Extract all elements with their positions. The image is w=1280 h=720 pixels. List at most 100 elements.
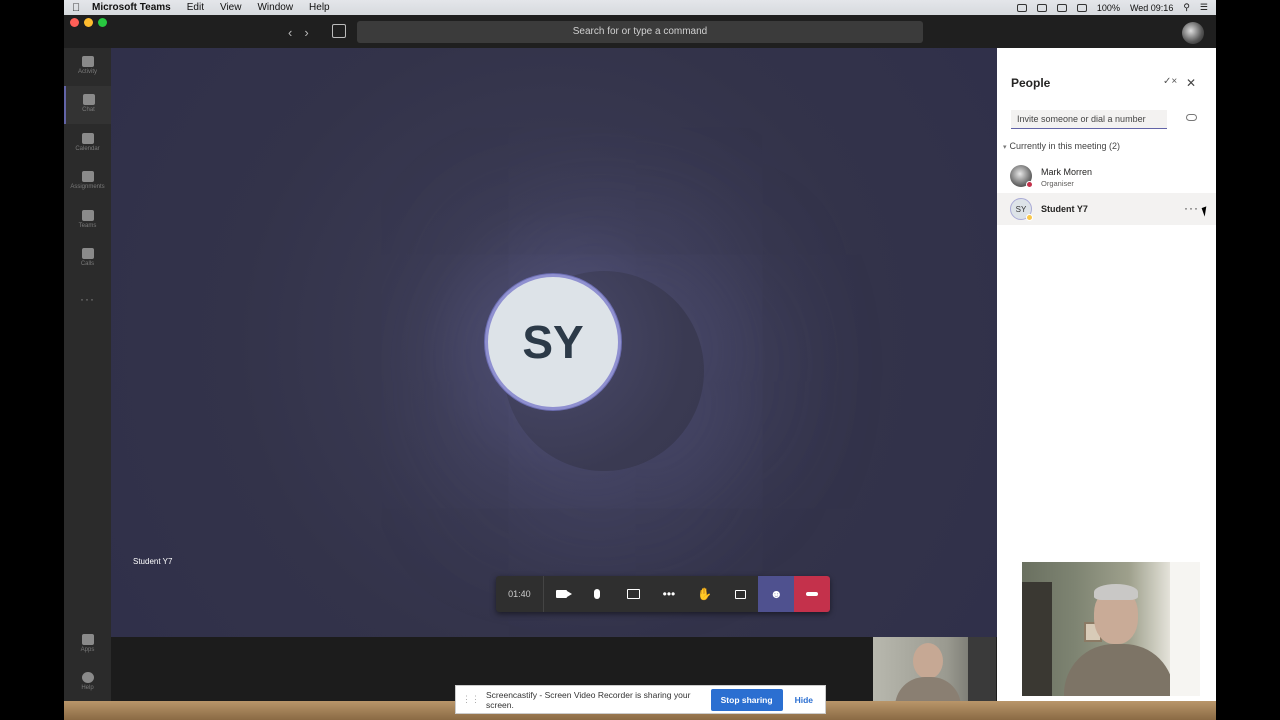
- more-actions-button[interactable]: •••: [651, 576, 687, 612]
- menu-app-name[interactable]: Microsoft Teams: [92, 2, 171, 13]
- status-area: 100% Wed 09:16 ⚲ ☰: [1016, 2, 1208, 13]
- chat-bubble-icon: [735, 589, 747, 599]
- mic-toggle-button[interactable]: [580, 576, 616, 612]
- call-timer: 01:40: [496, 576, 544, 612]
- participant-row[interactable]: Mark Morren Organiser: [997, 160, 1216, 192]
- forward-arrow-icon[interactable]: ›: [304, 25, 308, 40]
- video-background: [1170, 562, 1200, 696]
- camera-status-icon[interactable]: [1016, 3, 1027, 12]
- hide-button[interactable]: Hide: [789, 695, 819, 705]
- mute-all-icon[interactable]: ✓×: [1163, 76, 1177, 87]
- meeting-stage: SY Student Y7: [111, 48, 997, 637]
- share-link-icon[interactable]: [1186, 114, 1197, 121]
- rail-item-apps[interactable]: Apps: [64, 626, 111, 664]
- rail-label: Calendar: [75, 146, 100, 152]
- close-icon[interactable]: ✕: [1186, 76, 1196, 90]
- help-icon: [81, 672, 94, 683]
- show-conversation-button[interactable]: [723, 576, 759, 612]
- menu-edit[interactable]: Edit: [187, 2, 204, 13]
- rail-label: Teams: [78, 223, 97, 229]
- app-bar: Activity Chat Calendar Assignments Teams…: [64, 48, 111, 720]
- rail-label: Calls: [80, 261, 95, 267]
- mac-menubar:  Microsoft Teams Edit View Window Help …: [64, 0, 1216, 15]
- self-video-controls: [968, 637, 996, 701]
- menu-window[interactable]: Window: [257, 2, 293, 13]
- share-screen-icon: [626, 589, 640, 599]
- camera-icon: [556, 590, 573, 598]
- rail-item-teams[interactable]: Teams: [64, 202, 111, 240]
- camera-toggle-button[interactable]: [544, 576, 580, 612]
- wifi-icon[interactable]: [1056, 3, 1067, 12]
- rail-item-activity[interactable]: Activity: [64, 48, 111, 86]
- compose-icon[interactable]: [332, 24, 346, 38]
- assignments-icon: [81, 171, 94, 182]
- share-button[interactable]: [615, 576, 651, 612]
- self-video-preview[interactable]: [873, 637, 996, 701]
- participant-name-label: Student Y7: [133, 557, 173, 566]
- screen:  Microsoft Teams Edit View Window Help …: [64, 0, 1216, 720]
- presence-status-icon: [1026, 181, 1033, 188]
- presenter-video: [1022, 562, 1200, 696]
- window-controls: [70, 18, 107, 27]
- video-person-hair: [1094, 584, 1138, 600]
- video-background: [1022, 582, 1052, 696]
- zoom-window-button[interactable]: [98, 18, 107, 27]
- participant-avatar: SY: [485, 274, 621, 410]
- close-window-button[interactable]: [70, 18, 79, 27]
- hang-up-button[interactable]: [794, 576, 830, 612]
- rail-item-help[interactable]: Help: [64, 664, 111, 702]
- rail-item-assignments[interactable]: Assignments: [64, 163, 111, 201]
- battery-percent[interactable]: 100%: [1097, 3, 1120, 13]
- menu-view[interactable]: View: [220, 2, 242, 13]
- minimize-window-button[interactable]: [84, 18, 93, 27]
- rail-item-chat[interactable]: Chat: [64, 86, 111, 124]
- ellipsis-icon: •••: [662, 587, 676, 601]
- call-controls: 01:40 ••• ✋ ☻: [496, 576, 830, 612]
- volume-icon[interactable]: [1076, 3, 1087, 12]
- menu-help[interactable]: Help: [309, 2, 330, 13]
- rail-label: Help: [81, 685, 94, 691]
- profile-avatar[interactable]: [1182, 22, 1204, 44]
- apple-icon[interactable]: : [72, 2, 92, 14]
- history-nav: ‹ ›: [288, 25, 309, 40]
- more-options-icon[interactable]: ···: [1184, 201, 1199, 215]
- invite-input[interactable]: [1011, 110, 1167, 129]
- notification-center-icon[interactable]: ☰: [1200, 2, 1208, 13]
- panel-title: People: [1011, 76, 1051, 90]
- participant-name: Student Y7: [1041, 204, 1088, 214]
- apps-icon: [81, 634, 94, 645]
- rail-item-calls[interactable]: Calls: [64, 240, 111, 278]
- phone-icon: [81, 248, 94, 259]
- spotlight-icon[interactable]: ⚲: [1183, 2, 1190, 13]
- people-icon: ☻: [769, 587, 783, 601]
- chevron-down-icon: ▾: [1003, 144, 1007, 151]
- calendar-icon: [81, 133, 94, 144]
- meeting-section-header[interactable]: ▾ Currently in this meeting (2): [1003, 141, 1120, 151]
- cloud-status-icon[interactable]: [1036, 3, 1047, 12]
- share-message: Screencastify - Screen Video Recorder is…: [486, 689, 691, 710]
- bell-icon: [81, 56, 94, 67]
- raise-hand-button[interactable]: ✋: [687, 576, 723, 612]
- rail-label: Apps: [80, 647, 95, 653]
- drag-handle-icon[interactable]: ⋮⋮: [462, 694, 480, 705]
- participant-row[interactable]: SY Student Y7 ···: [997, 193, 1216, 225]
- command-search-box[interactable]: Search for or type a command: [357, 21, 923, 43]
- show-participants-button[interactable]: ☻: [758, 576, 795, 612]
- presence-status-icon: [1026, 214, 1033, 221]
- rail-item-calendar[interactable]: Calendar: [64, 125, 111, 163]
- stop-sharing-button[interactable]: Stop sharing: [710, 688, 783, 711]
- people-panel: People ✓× ✕ ▾Currently in this meeting (…: [997, 48, 1216, 701]
- chat-icon: [82, 94, 95, 105]
- self-video-body: [895, 677, 961, 701]
- clock[interactable]: Wed 09:16: [1130, 3, 1173, 13]
- more-apps-icon[interactable]: ···: [64, 292, 111, 306]
- back-arrow-icon[interactable]: ‹: [288, 25, 292, 40]
- teams-icon: [81, 210, 94, 221]
- microphone-icon: [594, 589, 601, 599]
- participant-name: Mark Morren: [1041, 167, 1093, 177]
- rail-label: Chat: [82, 107, 95, 113]
- section-label: Currently in this meeting (2): [1009, 141, 1121, 151]
- title-bar: ‹ › Search for or type a command: [64, 15, 1216, 48]
- participant-role: Organiser: [1041, 179, 1074, 188]
- hand-icon: ✋: [697, 587, 713, 601]
